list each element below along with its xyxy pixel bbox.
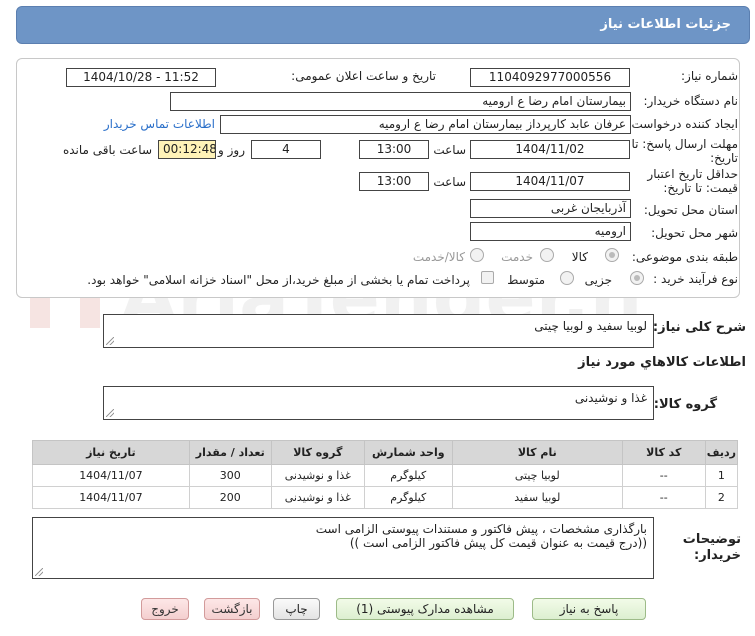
category-service-radio[interactable] [540,248,554,262]
col-item-code: کد کالا [621,440,706,465]
deadline-label: مهلت ارسال پاسخ: تا [631,137,738,151]
cell-goods-group: غذا و نوشیدنی [270,464,365,487]
category-service-label: خدمت [501,250,533,264]
treasury-bonds-note: پرداخت تمام یا بخشی از مبلغ خرید،از محل … [87,273,470,287]
cell-goods-group: غذا و نوشیدنی [270,486,365,509]
deadline-time-label: ساعت [433,143,466,157]
requester-label: ایجاد کننده درخواست: [627,117,738,131]
province-field: آذربایجان غربی [470,199,631,218]
table-row[interactable]: 1 -- لوبیا چیتی کیلوگرم غذا و نوشیدنی 30… [32,464,739,487]
summary-textarea[interactable]: لوبیا سفید و لوبیا چیتی [103,314,654,348]
process-partial-label: جزیی [584,273,612,287]
validity-label: حداقل تاریخ اعتبار [647,167,738,181]
category-goods-service-label: کالا/خدمت [412,250,465,264]
resize-handle-icon[interactable] [106,409,114,417]
days-label: روز و [218,143,245,157]
print-button[interactable]: چاپ [273,598,320,620]
reply-button[interactable]: پاسخ به نیاز [532,598,646,620]
buyer-notes-textarea[interactable]: بارگذاری مشخصات ، پیش فاکتور و مستندات پ… [32,517,654,579]
province-label: استان محل تحویل: [643,203,738,217]
buyer-notes-label-2: خریدار: [694,548,741,563]
deadline-date-field: 1404/11/02 [470,140,630,159]
col-item-name: نام کالا [451,440,623,465]
cell-item-name: لوبیا سفید [451,486,623,509]
deadline-time-field: 13:00 [359,140,429,159]
cell-item-name: لوبیا چیتی [451,464,623,487]
remaining-days-field: 4 [251,140,321,159]
cell-quantity: 200 [188,486,272,509]
table-row[interactable]: 2 -- لوبیا سفید کیلوگرم غذا و نوشیدنی 20… [32,486,739,509]
goods-group-textarea[interactable]: غذا و نوشیدنی [103,386,654,420]
cell-item-code: -- [621,464,706,487]
category-goods-service-radio[interactable] [470,248,484,262]
goods-table: ردیف کد کالا نام کالا واحد شمارش گروه کا… [32,440,739,509]
back-button[interactable]: بازگشت [204,598,260,620]
need-number-field: 1104092977000556 [470,68,630,87]
view-attachments-button[interactable]: مشاهده مدارک پیوستی (1) [336,598,514,620]
cell-item-code: -- [621,486,706,509]
goods-group-label: گروه کالا: [653,397,717,412]
cell-quantity: 300 [188,464,272,487]
buyer-notes-line-2: ((درج قیمت به عنوان قیمت کل پیش فاکتور ا… [349,536,647,550]
cell-row-number: 1 [704,464,739,487]
validity-time-field: 13:00 [359,172,429,191]
validity-date-field: 1404/11/07 [470,172,630,191]
summary-label: شرح کلی نیاز: [652,320,746,335]
col-row-number: ردیف [704,440,739,465]
cell-need-date: 1404/11/07 [32,464,190,487]
buyer-contact-link[interactable]: اطلاعات تماس خریدار [104,117,215,131]
page-header: جزئیات اطلاعات نیاز [16,6,750,44]
deadline-label-date: تاریخ: [710,151,738,165]
buyer-org-label: نام دستگاه خریدار: [643,94,739,108]
remaining-time-label: ساعت باقی مانده [62,143,152,157]
buyer-notes-label: توضیحات [682,532,741,547]
cell-row-number: 2 [704,486,739,509]
exit-button[interactable]: خروج [141,598,189,620]
col-goods-group: گروه کالا [270,440,365,465]
cell-unit: کیلوگرم [363,464,453,487]
col-need-date: تاریخ نیاز [32,440,190,465]
need-number-label: شماره نیاز: [681,69,738,83]
process-type-label: نوع فرآیند خرید : [653,272,738,286]
announce-date-label: تاریخ و ساعت اعلان عمومی: [291,69,436,83]
process-medium-label: متوسط [507,273,545,287]
category-goods-radio[interactable] [605,248,619,262]
process-partial-radio[interactable] [630,271,644,285]
treasury-bonds-checkbox[interactable] [481,271,494,284]
buyer-notes-line-1: بارگذاری مشخصات ، پیش فاکتور و مستندات پ… [315,522,647,536]
goods-group-text: غذا و نوشیدنی [574,391,647,405]
city-field: ارومیه [470,222,631,241]
category-goods-label: کالا [571,250,588,264]
city-label: شهر محل تحویل: [651,226,738,240]
page-title: جزئیات اطلاعات نیاز [600,17,731,32]
goods-info-title: اطلاعات کالاهاي مورد نیاز [578,355,746,370]
cell-need-date: 1404/11/07 [32,486,190,509]
col-quantity: تعداد / مقدار [188,440,272,465]
table-header-row: ردیف کد کالا نام کالا واحد شمارش گروه کا… [32,440,739,465]
requester-field: عرفان عابد کارپرداز بیمارستان امام رضا ع… [220,115,631,134]
validity-label-date: قیمت: تا تاریخ: [663,181,738,195]
cell-unit: کیلوگرم [363,486,453,509]
process-medium-radio[interactable] [560,271,574,285]
buyer-org-field: بیمارستان امام رضا ع ارومیه [170,92,631,111]
category-label: طبقه بندی موضوعی: [631,250,738,264]
resize-handle-icon[interactable] [106,337,114,345]
col-unit: واحد شمارش [363,440,453,465]
validity-time-label: ساعت [433,175,466,189]
remaining-time-field: 00:12:48 [158,140,216,159]
summary-text: لوبیا سفید و لوبیا چیتی [534,319,647,333]
resize-handle-icon[interactable] [35,568,43,576]
announce-date-field: 1404/10/28 - 11:52 [66,68,216,87]
